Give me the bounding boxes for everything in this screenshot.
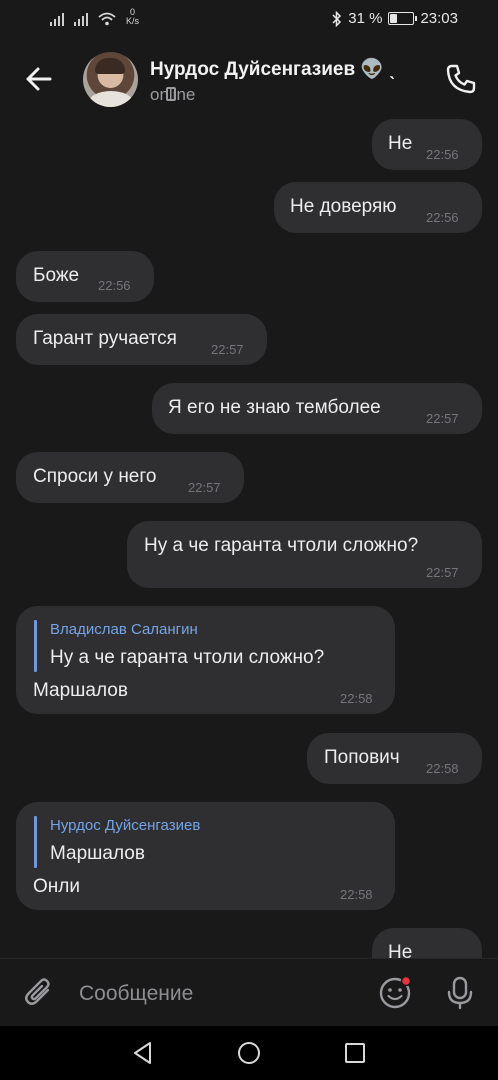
chat-screen: 0 K/s 31 % 23:03 Нурдос Дуйсенгазиев 👽 ˎ… [0,0,498,1080]
bluetooth-icon [332,10,342,27]
reply-quote-bar [34,620,37,672]
message-text: Боже [33,265,80,286]
wifi-icon [98,12,116,26]
message-bubble-outgoing[interactable]: Не 22:56 [372,119,482,170]
reply-author[interactable]: Нурдос Дуйсенгазиев [50,817,200,834]
battery-icon [388,12,418,25]
message-text: Я его не знаю темболее [168,397,381,418]
message-text: Гарант ручается [33,328,177,349]
contact-name[interactable]: Нурдос Дуйсенгазиев 👽 ˎ [150,57,396,81]
nav-back-icon[interactable] [130,1040,156,1066]
network-speed-unit: K/s [126,16,140,26]
message-time: 22:58 [340,887,373,902]
message-bubble-incoming[interactable]: Гарант ручается 22:57 [16,314,267,365]
system-navigation-bar [0,1026,498,1080]
message-input[interactable]: Сообщение [79,982,193,1006]
message-bubble-outgoing[interactable]: Не доверяю 22:56 [274,182,482,233]
message-bubble-incoming[interactable]: Боже 22:56 [16,251,154,302]
message-bubble-outgoing[interactable]: Я его не знаю темболее 22:57 [152,383,482,434]
microphone-icon[interactable] [443,975,477,1011]
message-composer: Сообщение [0,958,498,1026]
message-text: Ну а че гаранта чтоли сложно? [144,535,419,556]
message-time: 22:56 [426,210,459,225]
emoji-smile-icon[interactable] [378,976,412,1010]
reply-author[interactable]: Владислав Салангин [50,621,198,638]
battery-level [390,14,398,23]
clock: 23:03 [420,10,458,27]
battery-percent: 31 % [348,10,383,27]
message-time: 22:57 [188,480,221,495]
cell-signal-2-icon [74,12,88,26]
message-text: Спроси у него [33,466,157,487]
avatar[interactable] [83,52,138,107]
message-text: Не доверяю [290,196,397,217]
phone-call-icon[interactable] [444,62,478,96]
chat-header: Нурдос Дуйсенгазиев 👽 ˎ online [0,40,498,118]
message-text: Не [388,133,413,154]
message-time: 22:58 [340,691,373,706]
nav-home-icon[interactable] [236,1040,262,1066]
message-text: Онли [33,876,80,897]
reply-text[interactable]: Маршалов [50,843,145,865]
message-time: 22:56 [98,278,131,293]
message-text: Маршалов [33,680,128,701]
cell-signal-icon [50,12,64,26]
message-time: 22:56 [426,147,459,162]
message-time: 22:57 [426,565,459,580]
status-right: 31 % 23:03 [332,10,458,27]
message-bubble-outgoing[interactable]: Попович 22:58 [307,733,482,784]
reply-text[interactable]: Ну а че гаранта чтоли сложно? [50,647,324,669]
message-text: Попович [324,747,400,768]
reply-quote-bar [34,816,37,868]
message-bubble-incoming[interactable]: Спроси у него 22:57 [16,452,244,503]
mobile-device-icon [166,87,176,101]
message-time: 22:57 [426,411,459,426]
message-bubble-incoming-reply[interactable]: Нурдос Дуйсенгазиев Маршалов Онли 22:58 [16,802,395,910]
network-speed: 0 K/s [126,8,139,26]
paperclip-icon[interactable] [22,976,56,1010]
nav-recents-icon[interactable] [342,1040,368,1066]
message-bubble-outgoing[interactable]: Ну а че гаранта чтоли сложно? 22:57 [127,521,482,588]
status-bar: 0 K/s 31 % 23:03 [0,0,498,40]
back-arrow-icon[interactable] [22,62,56,96]
message-time: 22:58 [426,761,459,776]
status-left: 0 K/s [50,8,139,26]
message-time: 22:57 [211,342,244,357]
message-bubble-incoming-reply[interactable]: Владислав Салангин Ну а че гаранта чтоли… [16,606,395,714]
